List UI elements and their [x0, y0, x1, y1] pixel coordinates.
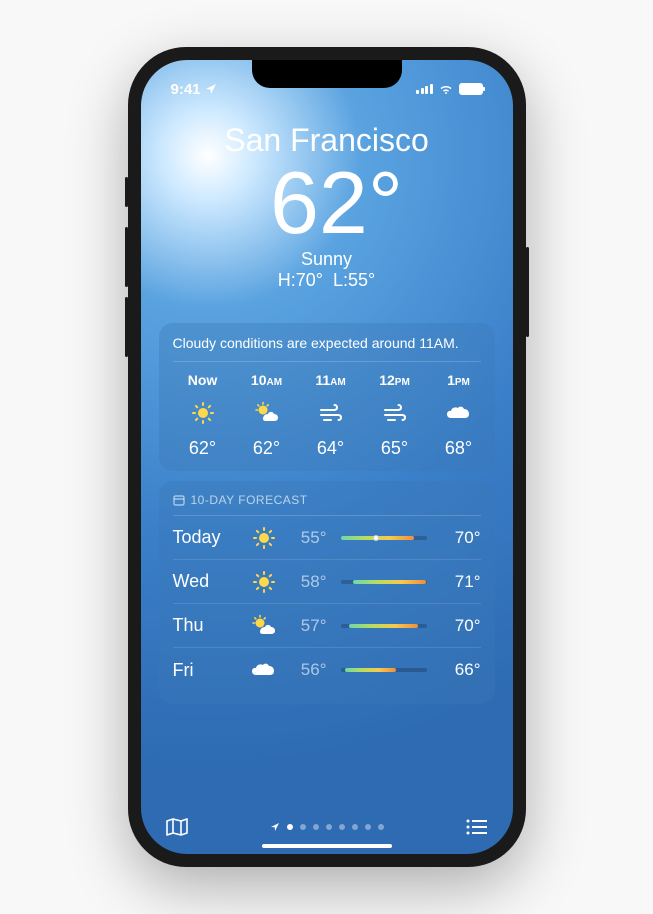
phone-frame: 9:41 San Francisco 62° Sunny H:70° L:55°…	[128, 47, 526, 867]
daily-forecast-header: 10-DAY FORECAST	[173, 493, 481, 516]
cloudy-icon	[249, 660, 279, 680]
hourly-summary: Cloudy conditions are expected around 11…	[173, 335, 481, 362]
day-name: Fri	[173, 660, 241, 681]
day-high-temp: 70°	[441, 528, 481, 548]
daily-row[interactable]: Fri 56° 66°	[173, 648, 481, 692]
hour-time: 12PM	[379, 372, 410, 388]
page-dot[interactable]	[352, 824, 358, 830]
day-name: Thu	[173, 615, 241, 636]
temp-range-bar	[341, 624, 427, 628]
hour-temp: 68°	[445, 438, 472, 459]
wind-icon	[382, 400, 408, 426]
page-dot[interactable]	[287, 824, 293, 830]
cellular-signal-icon	[416, 84, 433, 94]
hour-time: 11AM	[315, 372, 345, 388]
battery-icon	[459, 83, 483, 95]
daily-header-label: 10-DAY FORECAST	[191, 493, 308, 507]
hour-temp: 62°	[253, 438, 280, 459]
hourly-forecast-row[interactable]: Now62°10AM62°11AM64°12PM65°1PM68°2P70	[173, 372, 481, 459]
screen: 9:41 San Francisco 62° Sunny H:70° L:55°…	[141, 60, 513, 854]
current-temperature: 62°	[179, 159, 495, 247]
page-dot[interactable]	[378, 824, 384, 830]
hourly-item[interactable]: 11AM 64°	[301, 372, 361, 459]
hourly-item[interactable]: 1PM 68°	[429, 372, 481, 459]
daily-row[interactable]: Wed 58° 71°	[173, 560, 481, 604]
home-indicator[interactable]	[262, 844, 392, 848]
current-condition: Sunny	[159, 249, 495, 270]
sunny-icon	[191, 400, 215, 426]
high-low-temps: H:70° L:55°	[159, 270, 495, 291]
temp-range-bar	[341, 536, 427, 540]
cloudy-icon	[446, 400, 472, 426]
wifi-icon	[438, 83, 454, 95]
location-dot-icon	[270, 822, 280, 832]
partly-cloudy-icon	[254, 400, 280, 426]
low-temp: L:55°	[333, 270, 375, 290]
partly-cloudy-icon	[249, 614, 279, 638]
day-low-temp: 56°	[287, 660, 327, 680]
bottom-toolbar	[141, 816, 513, 838]
power-button[interactable]	[526, 247, 529, 337]
volume-down-button[interactable]	[125, 297, 128, 357]
day-low-temp: 57°	[287, 616, 327, 636]
list-icon	[465, 817, 489, 837]
hour-temp: 65°	[381, 438, 408, 459]
temp-range-bar	[341, 580, 427, 584]
hourly-item[interactable]: 10AM 62°	[237, 372, 297, 459]
daily-row[interactable]: Thu 57° 70°	[173, 604, 481, 648]
day-name: Today	[173, 527, 241, 548]
sunny-icon	[249, 570, 279, 594]
status-time: 9:41	[171, 81, 201, 98]
page-dot[interactable]	[313, 824, 319, 830]
hour-time: 1PM	[447, 372, 470, 388]
notch	[252, 60, 402, 88]
mute-switch[interactable]	[125, 177, 128, 207]
page-dot[interactable]	[365, 824, 371, 830]
map-icon	[165, 816, 189, 838]
page-dot[interactable]	[300, 824, 306, 830]
list-button[interactable]	[465, 817, 489, 837]
volume-up-button[interactable]	[125, 227, 128, 287]
calendar-icon	[173, 494, 185, 506]
high-temp: H:70°	[278, 270, 323, 290]
hour-time: 10AM	[251, 372, 282, 388]
temp-range-bar	[341, 668, 427, 672]
hour-temp: 62°	[189, 438, 216, 459]
hourly-forecast-card[interactable]: Cloudy conditions are expected around 11…	[159, 323, 495, 471]
sunny-icon	[249, 526, 279, 550]
hourly-item[interactable]: 12PM 65°	[365, 372, 425, 459]
daily-forecast-card[interactable]: 10-DAY FORECAST Today 55° 70° Wed 58° 71° Thu 5…	[159, 481, 495, 704]
page-dot[interactable]	[339, 824, 345, 830]
day-high-temp: 66°	[441, 660, 481, 680]
location-arrow-icon	[205, 83, 217, 95]
page-dot[interactable]	[326, 824, 332, 830]
hour-temp: 64°	[317, 438, 344, 459]
page-indicator[interactable]	[270, 822, 384, 832]
daily-forecast-list: Today 55° 70° Wed 58° 71° Thu 57° 70° Fri 56° 66°	[173, 516, 481, 692]
day-high-temp: 70°	[441, 616, 481, 636]
day-low-temp: 58°	[287, 572, 327, 592]
wind-icon	[318, 400, 344, 426]
map-button[interactable]	[165, 816, 189, 838]
day-name: Wed	[173, 571, 241, 592]
day-low-temp: 55°	[287, 528, 327, 548]
hour-time: Now	[188, 372, 218, 388]
hourly-item[interactable]: Now 62°	[173, 372, 233, 459]
day-high-temp: 71°	[441, 572, 481, 592]
daily-row[interactable]: Today 55° 70°	[173, 516, 481, 560]
